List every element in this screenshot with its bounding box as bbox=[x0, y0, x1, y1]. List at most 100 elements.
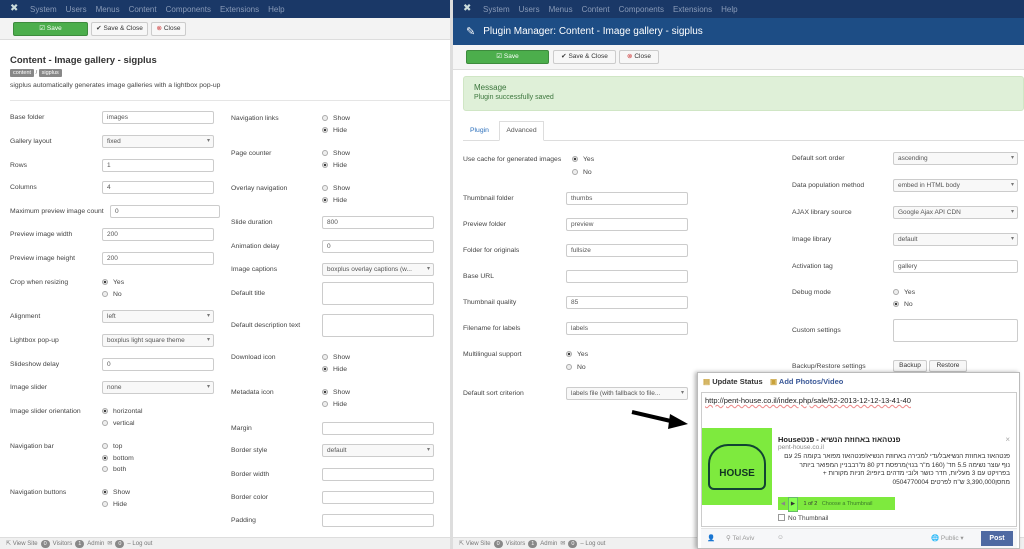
prev-thumbnail-button[interactable]: ◀ bbox=[778, 498, 788, 511]
preview-image-width-input[interactable]: 200 bbox=[102, 228, 214, 241]
folder-for-originals-input[interactable]: fullsize bbox=[566, 244, 688, 257]
page-counter-radio-show[interactable]: Show bbox=[322, 150, 350, 157]
navigation-buttons-radio-show[interactable]: Show bbox=[102, 489, 130, 496]
default-description-text-input[interactable] bbox=[322, 314, 434, 337]
image-slider-orientation-radio-vertical[interactable]: vertical bbox=[102, 419, 135, 427]
crop-when-resizing-radio-no[interactable]: No bbox=[102, 290, 122, 298]
crop-when-resizing-radio-yes[interactable]: Yes bbox=[102, 279, 124, 286]
restore-button[interactable]: Restore bbox=[929, 360, 967, 372]
location-button[interactable]: ⚲ Tel Aviv bbox=[726, 534, 754, 542]
base-url-input[interactable] bbox=[566, 270, 688, 283]
menu-extensions[interactable]: Extensions bbox=[220, 5, 259, 14]
logout-link[interactable]: – Log out bbox=[127, 541, 152, 547]
navigation-bar-radio-bottom[interactable]: bottom bbox=[102, 454, 134, 462]
tab-plugin[interactable]: Plugin bbox=[470, 127, 489, 134]
page-counter-radio-hide[interactable]: Hide bbox=[322, 161, 347, 169]
image-library-select[interactable]: default bbox=[893, 233, 1018, 246]
thumbnail-quality-input[interactable]: 85 bbox=[566, 296, 688, 309]
tab-advanced[interactable]: Advanced bbox=[499, 121, 544, 141]
slide-duration-input[interactable]: 800 bbox=[322, 216, 434, 229]
animation-delay-input[interactable]: 0 bbox=[322, 240, 434, 253]
columns-input[interactable]: 4 bbox=[102, 181, 214, 194]
data-population-method-select[interactable]: embed in HTML body bbox=[893, 179, 1018, 192]
rows-input[interactable]: 1 bbox=[102, 159, 214, 172]
ajax-library-source-select[interactable]: Google Ajax API CDN bbox=[893, 206, 1018, 219]
use-cache-for-generated-images-radio-yes[interactable]: Yes bbox=[572, 156, 594, 163]
alignment-select[interactable]: left bbox=[102, 310, 214, 323]
save-button[interactable]: ☑ Save bbox=[466, 50, 549, 64]
preview-folder-input[interactable]: preview bbox=[566, 218, 688, 231]
debug-mode-radio-yes[interactable]: Yes bbox=[893, 289, 915, 296]
multilingual-support-radio-yes[interactable]: Yes bbox=[566, 351, 588, 358]
no-thumbnail-checkbox[interactable]: No Thumbnail bbox=[778, 514, 828, 522]
link-title[interactable]: פנטהאוז באחוזת הנשיא - פנטHouse bbox=[778, 435, 998, 444]
download-icon-radio-hide[interactable]: Hide bbox=[322, 365, 347, 373]
save-button[interactable]: ☑ Save bbox=[13, 22, 88, 36]
navigation-bar-radio-top[interactable]: top bbox=[102, 443, 122, 450]
menu-menus[interactable]: Menus bbox=[549, 5, 573, 14]
debug-mode-radio-no[interactable]: No bbox=[893, 301, 913, 308]
menu-content[interactable]: Content bbox=[129, 5, 157, 14]
update-status-tab[interactable]: ▤ Update Status bbox=[703, 377, 763, 386]
menu-components[interactable]: Components bbox=[619, 5, 664, 14]
view-site-link[interactable]: ⇱ View Site bbox=[6, 540, 38, 547]
add-photos-tab[interactable]: ▣ Add Photos/Video bbox=[770, 377, 843, 386]
menu-system[interactable]: System bbox=[483, 5, 510, 14]
menu-help[interactable]: Help bbox=[268, 5, 284, 14]
default-sort-order-select[interactable]: ascending bbox=[893, 152, 1018, 165]
image-slider-orientation-radio-horizontal[interactable]: horizontal bbox=[102, 408, 142, 415]
menu-system[interactable]: System bbox=[30, 5, 57, 14]
image-captions-select[interactable]: boxplus overlay captions (w... bbox=[322, 263, 434, 276]
base-folder-input[interactable]: images bbox=[102, 111, 214, 124]
lightbox-pop-up-select[interactable]: boxplus light square theme bbox=[102, 334, 214, 347]
use-cache-for-generated-images-radio-no[interactable]: No bbox=[572, 168, 592, 176]
gallery-layout-select[interactable]: fixed bbox=[102, 135, 214, 148]
custom-settings-input[interactable] bbox=[893, 319, 1018, 342]
margin-input[interactable] bbox=[322, 422, 434, 435]
view-site-link[interactable]: ⇱ View Site bbox=[459, 540, 491, 547]
preview-image-height-input[interactable]: 200 bbox=[102, 252, 214, 265]
image-slider-select[interactable]: none bbox=[102, 381, 214, 394]
filename-for-labels-input[interactable]: labels bbox=[566, 322, 688, 335]
save-close-button[interactable]: ✔ Save & Close bbox=[91, 22, 148, 36]
navigation-links-radio-show[interactable]: Show bbox=[322, 115, 350, 122]
border-width-input[interactable] bbox=[322, 468, 434, 481]
border-color-input[interactable] bbox=[322, 491, 434, 504]
menu-extensions[interactable]: Extensions bbox=[673, 5, 712, 14]
close-button[interactable]: ⊗ Close bbox=[151, 22, 186, 36]
slideshow-delay-input[interactable]: 0 bbox=[102, 358, 214, 371]
backup-button[interactable]: Backup bbox=[893, 360, 927, 372]
menu-help[interactable]: Help bbox=[721, 5, 737, 14]
post-button[interactable]: Post bbox=[981, 531, 1013, 546]
status-input[interactable]: http://pent-house.co.il/index.php/sale/5… bbox=[705, 396, 911, 405]
download-icon-radio-show[interactable]: Show bbox=[322, 354, 350, 361]
navigation-links-radio-hide[interactable]: Hide bbox=[322, 126, 347, 134]
thumbnail-folder-input[interactable]: thumbs bbox=[566, 192, 688, 205]
padding-input[interactable] bbox=[322, 514, 434, 527]
border-style-select[interactable]: default bbox=[322, 444, 434, 457]
metadata-icon-radio-hide[interactable]: Hide bbox=[322, 400, 347, 408]
next-thumbnail-button[interactable]: ▶ bbox=[788, 497, 798, 512]
logout-link[interactable]: – Log out bbox=[580, 541, 605, 547]
default-sort-criterion-select[interactable]: labels file (with fallback to file... bbox=[566, 387, 688, 400]
close-button[interactable]: ⊗ Close bbox=[619, 50, 659, 64]
default-title-input[interactable] bbox=[322, 282, 434, 305]
menu-menus[interactable]: Menus bbox=[96, 5, 120, 14]
menu-content[interactable]: Content bbox=[582, 5, 610, 14]
navigation-buttons-radio-hide[interactable]: Hide bbox=[102, 500, 127, 508]
navigation-bar-radio-both[interactable]: both bbox=[102, 466, 126, 473]
tag-people-icon[interactable]: 👤 bbox=[707, 534, 715, 542]
activation-tag-input[interactable]: gallery bbox=[893, 260, 1018, 273]
maximum-preview-image-count-input[interactable]: 0 bbox=[110, 205, 220, 218]
remove-preview-icon[interactable]: × bbox=[1005, 435, 1010, 444]
multilingual-support-radio-no[interactable]: No bbox=[566, 363, 586, 371]
save-close-button[interactable]: ✔ Save & Close bbox=[553, 50, 616, 64]
menu-users[interactable]: Users bbox=[519, 5, 540, 14]
metadata-icon-radio-show[interactable]: Show bbox=[322, 389, 350, 396]
menu-users[interactable]: Users bbox=[66, 5, 87, 14]
overlay-navigation-radio-hide[interactable]: Hide bbox=[322, 196, 347, 204]
audience-selector[interactable]: 🌐 Public ▾ bbox=[931, 534, 964, 542]
overlay-navigation-radio-show[interactable]: Show bbox=[322, 185, 350, 192]
feeling-icon[interactable]: ☺ bbox=[777, 534, 784, 541]
menu-components[interactable]: Components bbox=[166, 5, 211, 14]
